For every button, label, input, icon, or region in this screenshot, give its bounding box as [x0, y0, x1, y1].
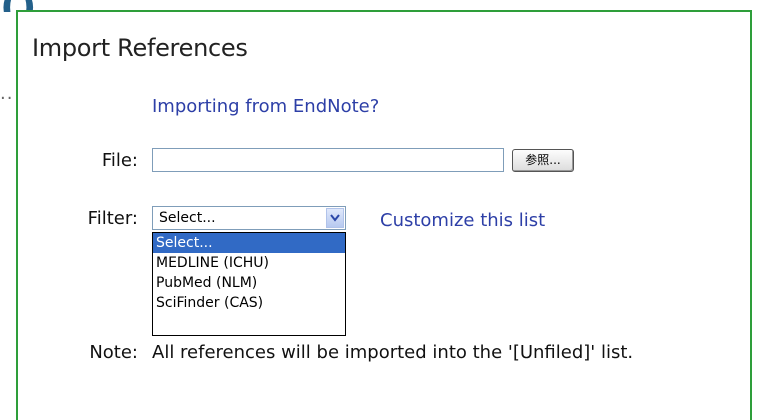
note-label: Note:	[89, 342, 138, 363]
chevron-down-icon[interactable]	[326, 208, 344, 228]
customize-list-link[interactable]: Customize this list	[380, 210, 545, 231]
filter-option-medline[interactable]: MEDLINE (ICHU)	[153, 253, 345, 273]
import-references-panel: Import References Importing from EndNote…	[16, 10, 752, 420]
filter-option-scifinder[interactable]: SciFinder (CAS)	[153, 293, 345, 313]
filter-option-pubmed[interactable]: PubMed (NLM)	[153, 273, 345, 293]
panel-title: Import References	[32, 34, 248, 62]
note-text: All references will be imported into the…	[152, 342, 634, 363]
file-label: File:	[101, 150, 138, 171]
file-path-field[interactable]	[152, 148, 504, 172]
browse-button[interactable]: 参照...	[512, 149, 574, 172]
filter-selected-value: Select...	[159, 210, 216, 226]
filter-option-select[interactable]: Select...	[153, 233, 345, 253]
filter-select[interactable]: Select...	[152, 206, 346, 230]
filter-label: Filter:	[87, 208, 138, 229]
background-ellipsis: ··	[0, 88, 14, 109]
importing-from-endnote-link[interactable]: Importing from EndNote?	[152, 96, 379, 117]
filter-dropdown-list[interactable]: Select... MEDLINE (ICHU) PubMed (NLM) Sc…	[152, 232, 346, 336]
